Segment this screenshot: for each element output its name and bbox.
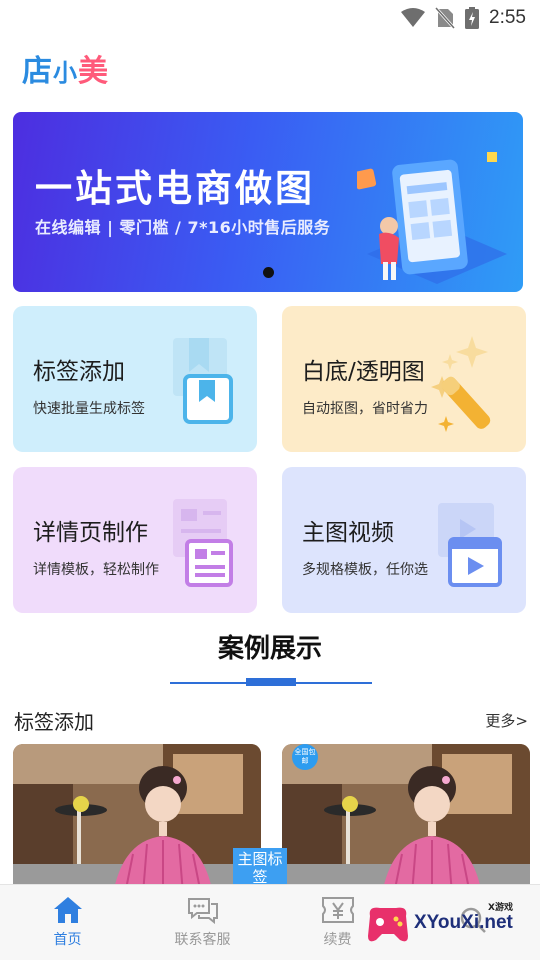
case-photo (282, 744, 530, 894)
nav-item-support[interactable]: 联系客服 (135, 885, 270, 960)
magic-wand-icon (431, 336, 491, 432)
nav-item-home[interactable]: 首页 (0, 885, 135, 960)
card-title: 主图视频 (302, 520, 394, 546)
status-time: 2:55 (489, 7, 526, 28)
case-thumbnail[interactable] (13, 744, 261, 894)
section-title: 案例展示 (217, 634, 322, 664)
document-icon (173, 499, 233, 587)
case-photo (13, 744, 261, 894)
promo-banner[interactable]: 一站式电商做图 在线编辑 | 零门槛 / 7*16小时售后服务 (13, 112, 523, 292)
card-subtitle: 详情模板，轻松制作 (33, 562, 159, 578)
banner-pagination (13, 267, 523, 278)
status-bar: 2:55 (0, 0, 540, 36)
nav-label: 联系客服 (174, 932, 231, 948)
watermark-text: XYouXi.net (414, 912, 513, 933)
no-sim-icon (435, 7, 456, 29)
video-clapper-icon (438, 503, 502, 587)
section-divider-mark (246, 678, 296, 686)
more-link[interactable]: 更多> (485, 710, 528, 731)
home-icon (53, 897, 82, 923)
app-header: 店小美 (22, 46, 109, 90)
case-thumbnail[interactable] (282, 744, 530, 894)
site-watermark: X游戏 XYouXi.net (364, 900, 534, 948)
banner-title: 一站式电商做图 (35, 167, 315, 210)
feature-card-main-video[interactable]: 主图视频 多规格模板，任你选 (282, 467, 526, 613)
app-logo: 店小美 (22, 54, 109, 89)
feature-card-label-add[interactable]: 标签添加 快速批量生成标签 (13, 306, 257, 452)
main-image-tag: 主图标签 (233, 848, 287, 888)
feature-card-white-bg[interactable]: 白底/透明图 自动抠图，省时省力 (282, 306, 526, 452)
banner-illustration-icon (357, 152, 507, 284)
card-title: 详情页制作 (33, 520, 148, 546)
yen-ticket-icon (321, 897, 354, 923)
nav-label: 首页 (53, 932, 82, 948)
card-title: 白底/透明图 (302, 359, 425, 385)
card-subtitle: 多规格模板，任你选 (302, 562, 428, 578)
bookmark-icon (173, 338, 233, 424)
card-subtitle: 快速批量生成标签 (33, 401, 145, 417)
pagination-dot[interactable] (262, 267, 274, 278)
case-row-title: 标签添加 (14, 710, 94, 734)
nav-label: 续费 (323, 932, 352, 948)
free-shipping-badge: 全国包邮 (292, 744, 318, 770)
gamepad-logo-icon (368, 907, 408, 942)
wifi-icon (401, 8, 426, 28)
case-row-header: 标签添加 更多> (14, 706, 528, 735)
banner-subtitle: 在线编辑 | 零门槛 / 7*16小时售后服务 (35, 218, 331, 237)
feature-card-detail-page[interactable]: 详情页制作 详情模板，轻松制作 (13, 467, 257, 613)
card-subtitle: 自动抠图，省时省力 (302, 401, 428, 417)
card-title: 标签添加 (33, 359, 125, 385)
chat-icon (187, 898, 218, 924)
battery-icon (465, 7, 480, 29)
